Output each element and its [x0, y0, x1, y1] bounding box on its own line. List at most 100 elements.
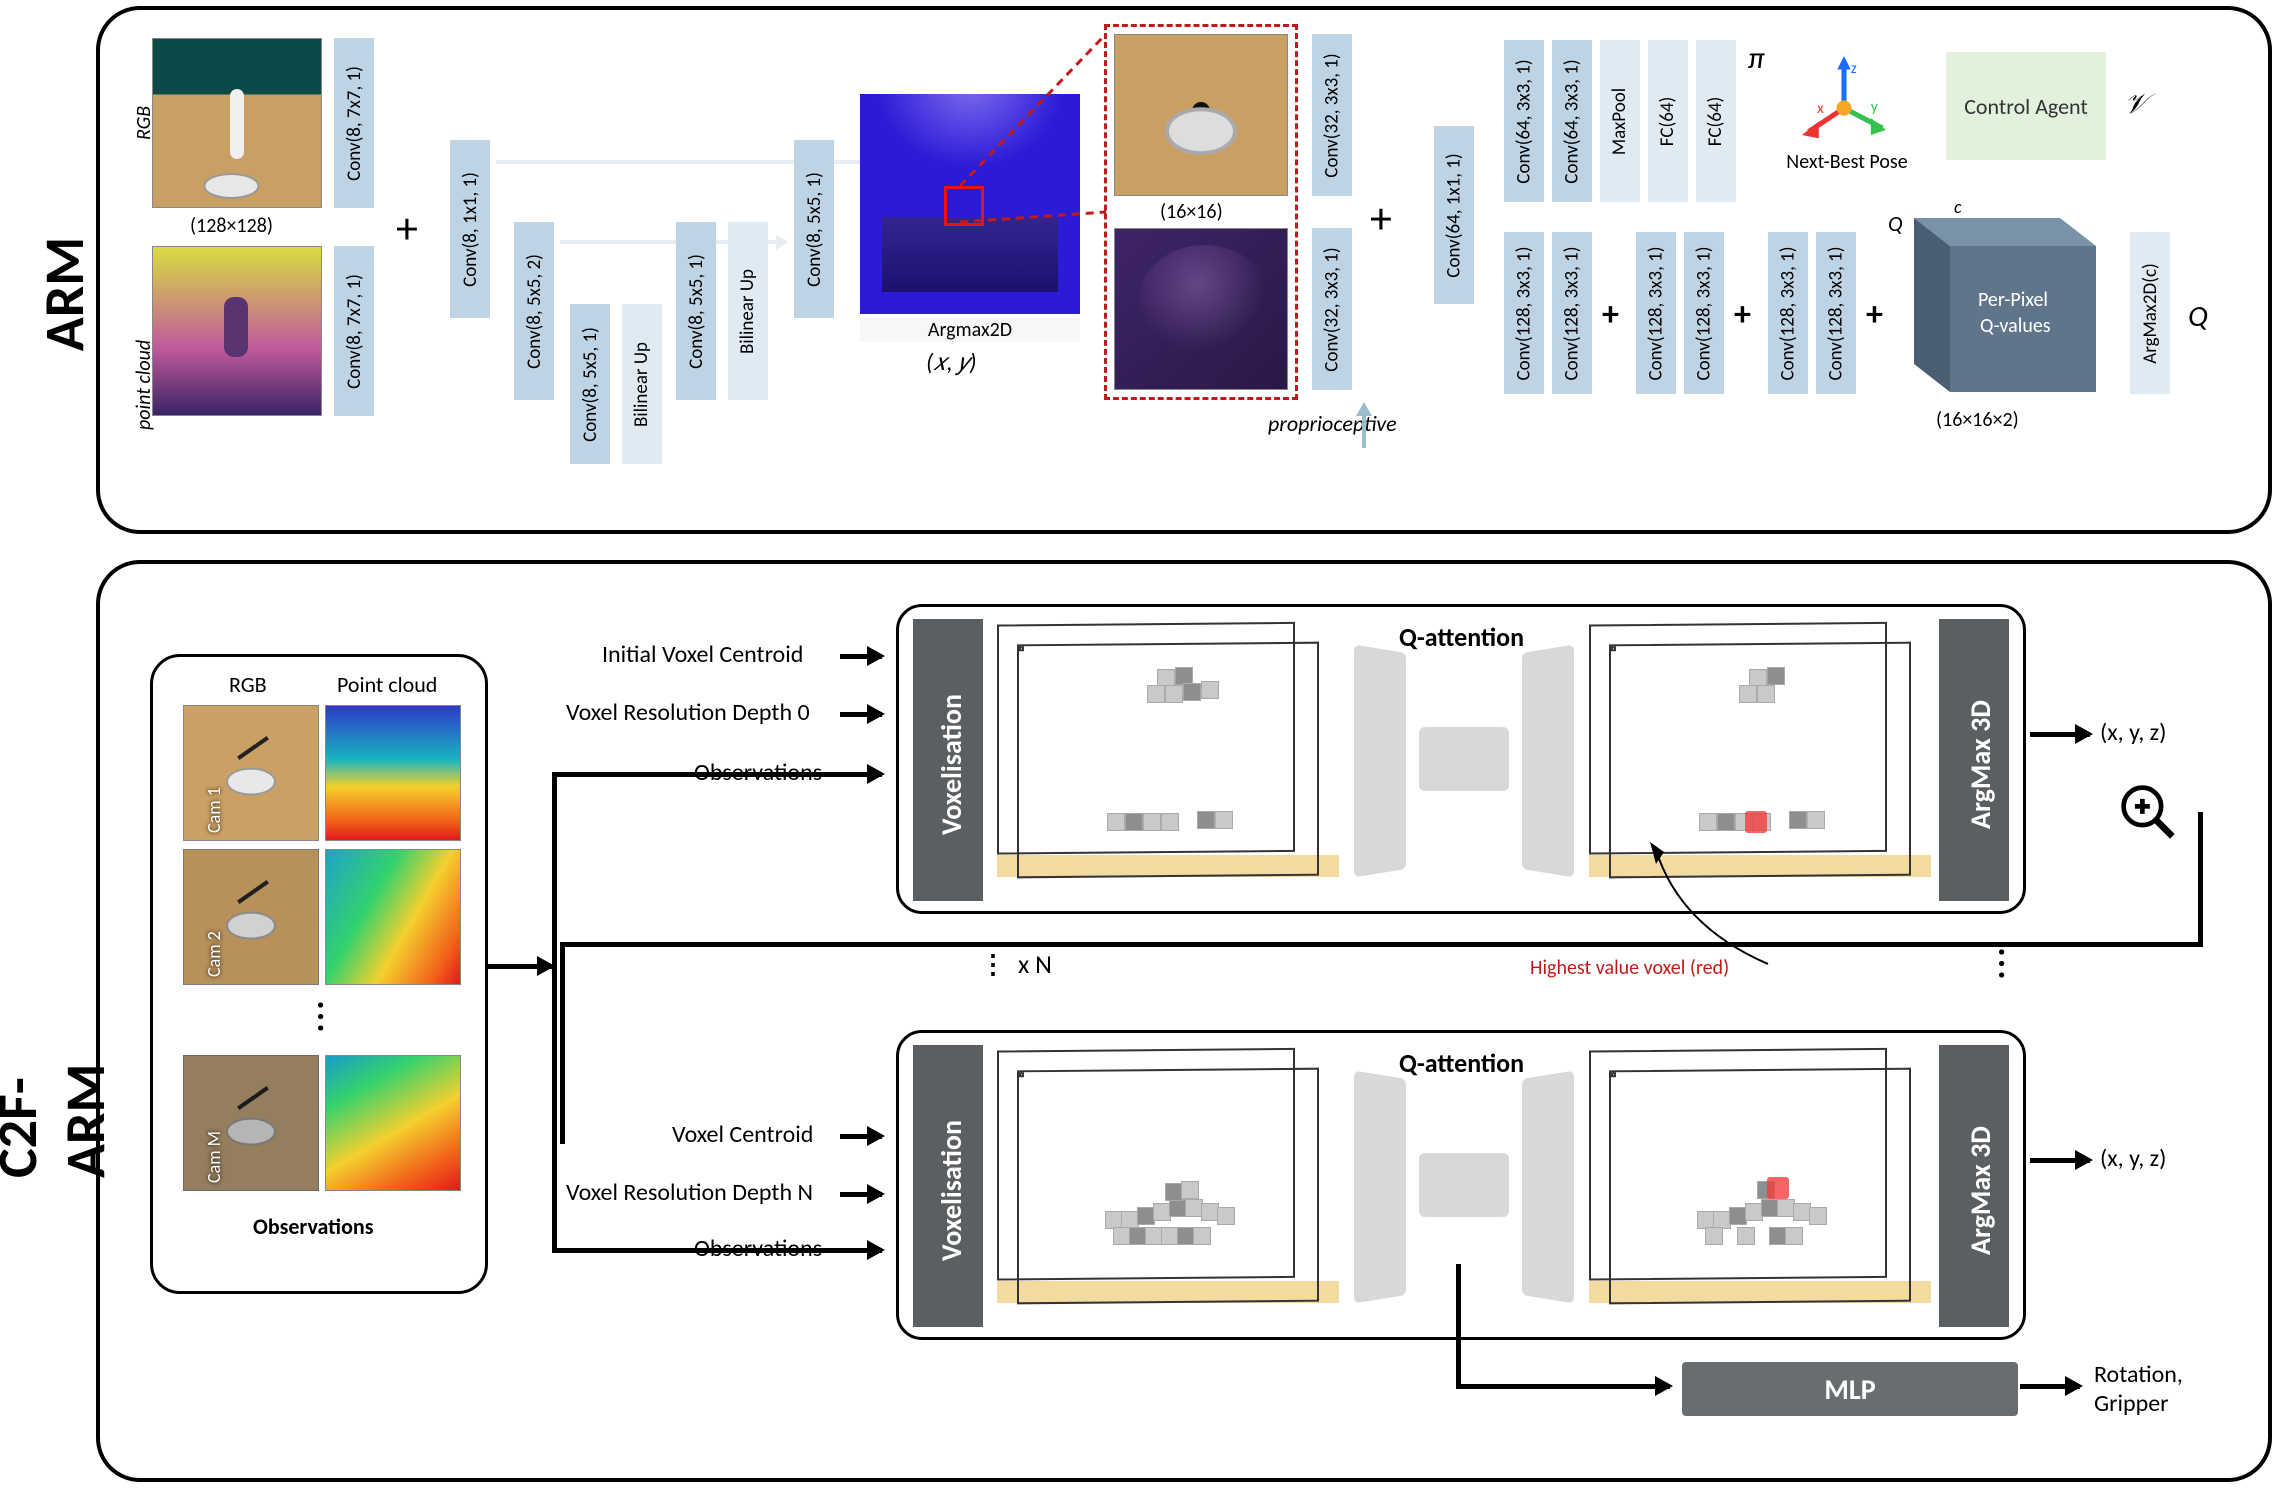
op2-conv64: Conv(64, 1x1, 1)	[1434, 126, 1474, 304]
headq-5: Conv(128, 3x3, 1)	[1816, 232, 1856, 394]
q-value-cube: Per-Pixel Q-values	[1906, 206, 2116, 406]
trunk-arrow-1	[488, 964, 552, 969]
svg-text:z: z	[1851, 60, 1857, 78]
panel-label-arm: ARM	[31, 237, 99, 351]
op-conv55b: Conv(8, 5x5, 1)	[676, 222, 716, 400]
op-conv55a: Conv(8, 5x5, 1)	[570, 304, 610, 464]
in-top-1: Voxel Resolution Depth 0	[566, 698, 810, 727]
panel-label-c2f: C2F-ARM	[0, 978, 120, 1178]
fb-horiz	[560, 942, 2203, 947]
voxel-stage-out	[1589, 1051, 1931, 1321]
in-bot-0: Voxel Centroid	[672, 1120, 813, 1149]
plus-icon: +	[1370, 196, 1392, 240]
in-top-2: Observations	[694, 758, 822, 787]
control-agent-box: Control Agent	[1946, 52, 2106, 160]
op-conv1x1: Conv(8, 1x1, 1)	[450, 140, 490, 318]
label-argmax2d: Argmax2D	[860, 318, 1080, 342]
proprio-arrow	[1328, 394, 1398, 454]
svg-text:Q-values: Q-values	[1980, 314, 2051, 338]
arm-rgb-image	[152, 38, 322, 208]
label-v: 𝒱	[2124, 86, 2147, 121]
mlp-out-label: Rotation, Gripper	[2094, 1360, 2183, 1418]
label-q-dim: (16×16×2)	[1936, 408, 2019, 432]
op-conv55-2: Conv(8, 5x5, 2)	[514, 222, 554, 400]
vdots-icon: ···	[305, 1001, 340, 1035]
op-bilup-b: Bilinear Up	[728, 222, 768, 400]
q-title: Q-attention	[1399, 621, 1524, 653]
obs-head-rgb: RGB	[229, 671, 267, 698]
label-nbp: Next-Best Pose	[1782, 150, 1912, 174]
vdots-right: ···	[1986, 948, 2021, 982]
in-top-0: Initial Voxel Centroid	[602, 640, 803, 669]
arrow-in-top-1	[840, 712, 882, 717]
arrow-out-top	[2030, 732, 2090, 737]
out-xyz-top: (x, y, z)	[2100, 718, 2166, 747]
qattention-top: Voxelisation Q-attention	[896, 604, 2026, 914]
headq-4: Conv(128, 3x3, 1)	[1768, 232, 1808, 394]
arrow-in-bot-1	[840, 1192, 882, 1197]
red-note-arrow	[1640, 836, 1840, 976]
arm-panel: RGB (128×128) point cloud Conv(8, 7x7, 1…	[96, 6, 2272, 534]
svg-text:x: x	[1817, 100, 1824, 118]
op-conv-rgb: Conv(8, 7x7, 1)	[334, 38, 374, 208]
camM-label: Cam M	[203, 1131, 225, 1183]
op2-conv32a: Conv(32, 3x3, 1)	[1312, 34, 1352, 196]
plus-icon: +	[1866, 298, 1883, 332]
arrow-in-bot-0	[840, 1134, 882, 1139]
label-16: (16×16)	[1160, 200, 1223, 224]
fb-vert-1	[2198, 812, 2203, 942]
label-pi: π	[1748, 40, 1765, 77]
headpi-1: Conv(64, 3x3, 1)	[1552, 40, 1592, 202]
cam1-label: Cam 1	[203, 787, 225, 833]
plus-icon: +	[1734, 298, 1751, 332]
voxel-stage-in	[997, 1051, 1339, 1321]
in-bot-2: Observations	[694, 1234, 822, 1263]
headpi-0: Conv(64, 3x3, 1)	[1504, 40, 1544, 202]
arm-pointcloud-image	[152, 246, 322, 416]
camM-pc	[325, 1055, 461, 1191]
arrow-in-top-0	[840, 654, 882, 659]
op-argmax2dc: ArgMax2D(c)	[2130, 232, 2170, 394]
op2-conv32b: Conv(32, 3x3, 1)	[1312, 228, 1352, 390]
headq-1: Conv(128, 3x3, 1)	[1552, 232, 1592, 394]
voxel-stage-in	[997, 625, 1339, 895]
observations-card: RGB Point cloud Cam 1 Cam 2 ··· Cam M Ob…	[150, 654, 488, 1294]
label-c-axis: c	[1954, 196, 1962, 218]
headq-0: Conv(128, 3x3, 1)	[1504, 232, 1544, 394]
xyz-axes-icon: z y x	[1802, 56, 1886, 140]
headq-3: Conv(128, 3x3, 1)	[1684, 232, 1724, 394]
headpi-fc2: FC(64)	[1696, 40, 1736, 202]
op-bilup-a: Bilinear Up	[622, 304, 662, 464]
c2f-panel: RGB Point cloud Cam 1 Cam 2 ··· Cam M Ob…	[96, 560, 2272, 1482]
mlp-out-arrow	[2020, 1384, 2080, 1389]
cam2-label: Cam 2	[203, 931, 225, 977]
magnify-icon	[2118, 782, 2178, 842]
cam1-pc	[325, 705, 461, 841]
mlp-box: MLP	[1680, 1360, 2020, 1418]
qattention-bot: Voxelisation Q-attention	[896, 1030, 2026, 1340]
headpi-maxpool: MaxPool	[1600, 40, 1640, 202]
q-title: Q-attention	[1399, 1047, 1524, 1079]
op-conv-pc: Conv(8, 7x7, 1)	[334, 246, 374, 416]
obs-head-pc: Point cloud	[337, 671, 437, 698]
trunk-vert	[552, 772, 557, 1252]
plus-icon: +	[1602, 298, 1619, 332]
obs-caption: Observations	[253, 1213, 373, 1240]
slab-label-vox: Voxelisation	[934, 1120, 969, 1261]
svg-text:y: y	[1871, 98, 1878, 116]
headq-2: Conv(128, 3x3, 1)	[1636, 232, 1676, 394]
mlp-feed-vert	[1456, 1264, 1461, 1384]
plus-icon: +	[396, 206, 418, 250]
out-xyz-bot: (x, y, z)	[2100, 1144, 2166, 1173]
svg-text:Per-Pixel: Per-Pixel	[1978, 288, 2048, 312]
label-q-axis: Q	[1888, 210, 1903, 237]
zoom-lines	[956, 26, 1116, 226]
mlp-feed-h	[1456, 1384, 1670, 1389]
label-bigQ: Q	[2188, 298, 2208, 335]
zoom-pc-crop	[1114, 228, 1288, 390]
slab-label-vox: Voxelisation	[934, 694, 969, 835]
slab-label-argmax: ArgMax 3D	[1963, 1126, 1998, 1255]
arrow-out-bot	[2030, 1158, 2090, 1163]
in-bot-1: Voxel Resolution Depth N	[566, 1178, 813, 1207]
slab-label-argmax: ArgMax 3D	[1963, 700, 1998, 829]
